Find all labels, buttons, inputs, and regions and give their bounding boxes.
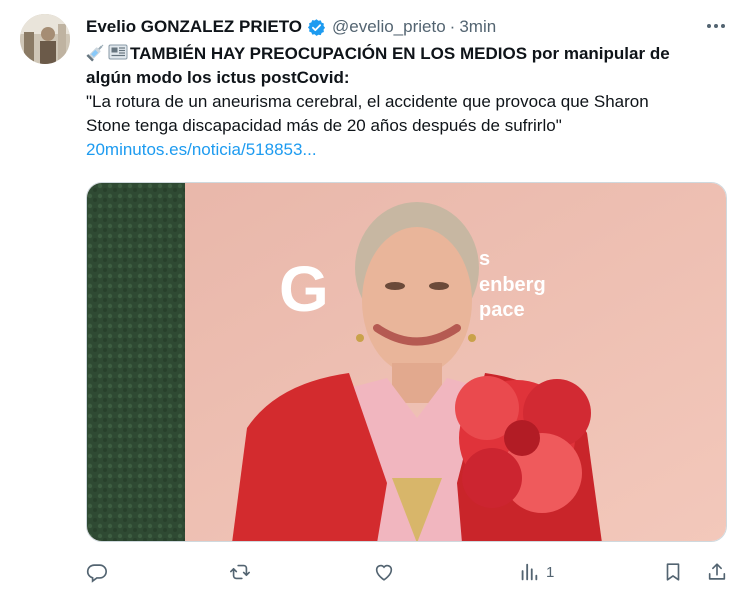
bookmark-icon: [666, 563, 680, 581]
tweet-quote-line1: "La rotura de un aneurisma cerebral, el …: [86, 92, 649, 111]
views-count: 1: [546, 563, 555, 581]
more-options-button[interactable]: [702, 14, 730, 38]
more-dot: [707, 24, 711, 28]
timestamp[interactable]: 3min: [459, 17, 496, 37]
tweet-card[interactable]: Evelio GONZALEZ PRIETO @evelio_prieto · …: [0, 0, 750, 602]
more-dot: [714, 24, 718, 28]
syringe-icon: [86, 44, 104, 62]
tweet-actions: 1: [86, 558, 736, 586]
reply-icon: [86, 564, 107, 583]
article-link[interactable]: 20minutos.es/noticia/518853...: [86, 138, 317, 162]
backdrop-text-1: s: [479, 248, 490, 270]
tweet-bold-text-line2: algún modo los ictus postCovid:: [86, 68, 350, 87]
retweet-button[interactable]: [229, 558, 251, 586]
bookmark-button[interactable]: [662, 558, 684, 586]
tweet-quote-line2: Stone tenga discapacidad más de 20 años …: [86, 116, 562, 135]
share-button[interactable]: [706, 558, 728, 586]
views-button[interactable]: 1: [518, 558, 554, 586]
backdrop-text-2: enberg: [479, 274, 546, 296]
separator-dot: ·: [449, 17, 456, 36]
backdrop-text-3: pace: [479, 299, 525, 321]
tweet-text: TAMBIÉN HAY PREOCUPACIÓN EN LOS MEDIOS p…: [86, 42, 726, 162]
retweet-icon: [230, 564, 250, 580]
tweet-bold-text-line1: TAMBIÉN HAY PREOCUPACIÓN EN LOS MEDIOS p…: [130, 44, 670, 63]
backdrop-logo: G: [279, 253, 329, 325]
views-chart-icon: [521, 563, 538, 581]
reply-button[interactable]: [86, 558, 108, 586]
newspaper-icon: [108, 44, 128, 60]
more-dot: [721, 24, 725, 28]
tweet-media-image[interactable]: G s enberg pace: [86, 182, 727, 542]
share-icon: [708, 563, 726, 580]
like-button[interactable]: [373, 558, 395, 586]
author-display-name[interactable]: Evelio GONZALEZ PRIETO: [86, 17, 302, 37]
verified-badge-icon: [307, 18, 326, 36]
heart-icon: [375, 564, 393, 581]
avatar[interactable]: [20, 14, 70, 64]
author-handle[interactable]: @evelio_prieto: [332, 17, 446, 37]
